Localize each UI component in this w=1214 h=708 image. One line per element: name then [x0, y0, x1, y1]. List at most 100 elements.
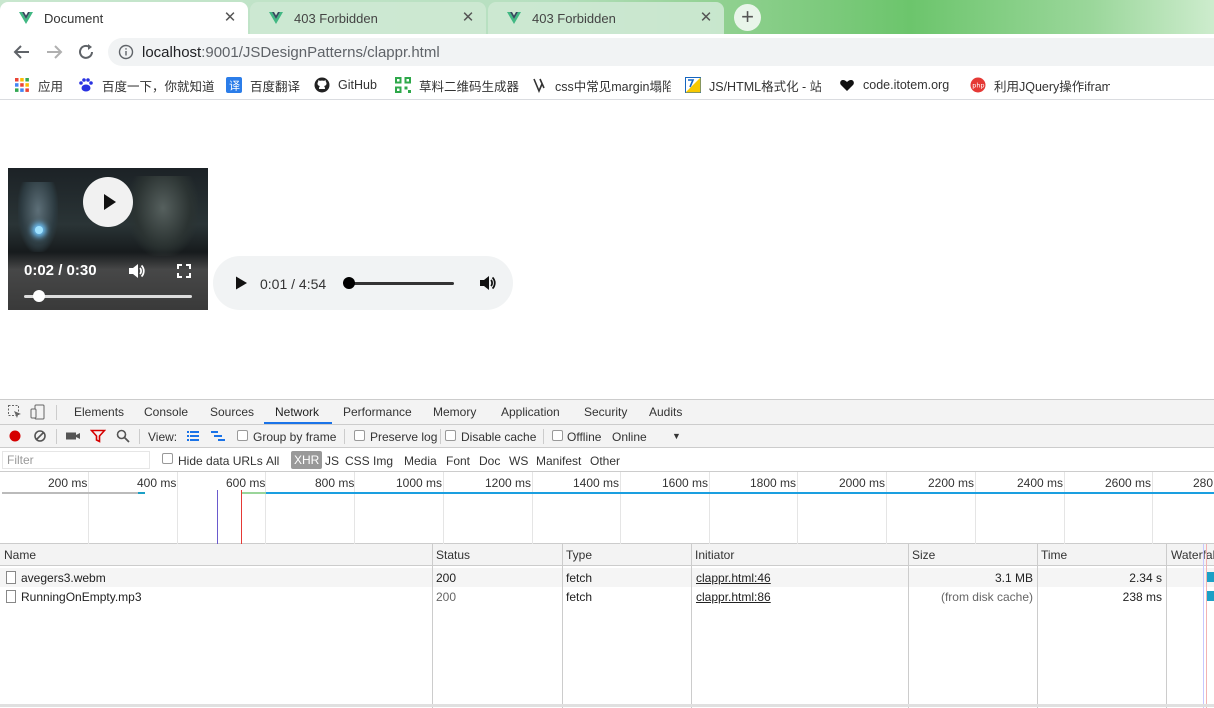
- bookmark-js-format[interactable]: JS/HTML格式化 - 站长: [685, 76, 821, 94]
- audio-player[interactable]: 0:01 / 4:54: [213, 256, 513, 310]
- reload-icon[interactable]: [76, 42, 96, 62]
- devtools-tab-sources[interactable]: Sources: [210, 405, 254, 419]
- bookmark-qrcode[interactable]: 草料二维码生成器: [395, 76, 519, 94]
- timeline-gridline: [797, 472, 798, 544]
- timeline-bar: [138, 492, 145, 494]
- video-seek-bar[interactable]: [24, 295, 192, 298]
- filter-type-css[interactable]: CSS: [345, 454, 370, 468]
- request-name[interactable]: RunningOnEmpty.mp3: [21, 590, 142, 604]
- bookmark-baidu-translate[interactable]: 译 百度翻译: [226, 76, 300, 94]
- video-frame-glow: [35, 226, 43, 234]
- play-icon[interactable]: [233, 275, 249, 291]
- tab-title: Document: [44, 10, 104, 26]
- waterfall-load-marker: [1206, 544, 1207, 708]
- timeline-bar: [2, 492, 142, 494]
- browser-tab-403-2[interactable]: 403 Forbidden ✕: [488, 2, 724, 34]
- video-player[interactable]: 0:02 / 0:30: [8, 168, 208, 310]
- chevron-down-icon[interactable]: ▼: [672, 431, 681, 441]
- browser-tab-403-1[interactable]: 403 Forbidden ✕: [250, 2, 486, 34]
- devtools-tab-performance[interactable]: Performance: [343, 405, 412, 419]
- filter-input[interactable]: Filter: [2, 451, 150, 469]
- php-icon: php: [970, 77, 986, 93]
- timeline-bar: [266, 492, 1214, 494]
- video-seek-handle[interactable]: [32, 290, 45, 302]
- browser-tab-document[interactable]: Document ✕: [0, 2, 248, 34]
- network-overview-timeline[interactable]: 200 ms 400 ms 600 ms 800 ms 1000 ms 1200…: [0, 472, 1214, 544]
- volume-icon[interactable]: [477, 273, 497, 293]
- bookmark-baidu[interactable]: 百度一下，你就知道: [78, 76, 215, 94]
- bookmark-jquery-iframe[interactable]: php 利用JQuery操作iframe: [970, 76, 1110, 94]
- device-toolbar-icon[interactable]: [30, 404, 46, 420]
- timeline-tick: 800 ms: [315, 476, 355, 490]
- timeline-gridline: [1152, 472, 1153, 544]
- info-icon[interactable]: [118, 44, 134, 60]
- bookmark-css-margin[interactable]: css中常见margin塌陷: [531, 76, 671, 94]
- request-initiator-link[interactable]: clappr.html:46: [696, 571, 771, 585]
- bookmark-apps[interactable]: 应用: [14, 76, 63, 94]
- audio-seek-bar[interactable]: [346, 282, 454, 285]
- bookmark-github[interactable]: GitHub: [314, 76, 377, 94]
- column-header-time[interactable]: Time: [1041, 548, 1067, 562]
- throttle-select[interactable]: Online: [612, 430, 647, 444]
- timeline-tick: 400 ms: [137, 476, 177, 490]
- column-header-waterfall[interactable]: Waterfall: [1171, 548, 1214, 562]
- devtools-tab-security[interactable]: Security: [584, 405, 627, 419]
- forward-arrow-icon[interactable]: [44, 42, 64, 62]
- waterfall-view-icon[interactable]: [210, 428, 226, 444]
- filter-type-doc[interactable]: Doc: [479, 454, 500, 468]
- filter-type-xhr[interactable]: XHR: [291, 451, 323, 469]
- filter-type-img[interactable]: Img: [373, 454, 393, 468]
- column-header-status[interactable]: Status: [436, 548, 470, 562]
- bookmark-itotem[interactable]: code.itotem.org: [839, 76, 949, 94]
- request-type: fetch: [566, 590, 593, 604]
- preserve-log-checkbox[interactable]: [354, 430, 365, 441]
- filter-type-manifest[interactable]: Manifest: [536, 454, 581, 468]
- filter-type-js[interactable]: JS: [325, 454, 339, 468]
- hide-data-urls-checkbox[interactable]: [162, 453, 173, 464]
- dom-content-loaded-marker: [217, 490, 218, 544]
- devtools-tab-application[interactable]: Application: [501, 405, 560, 419]
- inspect-element-icon[interactable]: [7, 404, 23, 420]
- group-by-frame-label: Group by frame: [253, 430, 337, 444]
- request-initiator-link[interactable]: clappr.html:86: [696, 590, 771, 604]
- volume-icon[interactable]: [126, 261, 146, 281]
- qrcode-icon: [395, 77, 411, 93]
- column-header-name[interactable]: Name: [4, 548, 36, 562]
- group-by-frame-checkbox[interactable]: [237, 430, 248, 441]
- address-bar[interactable]: localhost:9001/JSDesignPatterns/clappr.h…: [108, 38, 1214, 66]
- request-name[interactable]: avegers3.webm: [21, 571, 106, 585]
- new-tab-button[interactable]: +: [734, 4, 761, 31]
- record-icon[interactable]: [7, 428, 23, 444]
- screenshot-camera-icon[interactable]: [65, 428, 81, 444]
- css-icon: [533, 78, 545, 93]
- back-arrow-icon[interactable]: [12, 42, 32, 62]
- column-header-initiator[interactable]: Initiator: [695, 548, 734, 562]
- large-rows-icon[interactable]: [185, 428, 201, 444]
- filter-type-all[interactable]: All: [266, 454, 279, 468]
- filter-type-media[interactable]: Media: [404, 454, 437, 468]
- table-row[interactable]: RunningOnEmpty.mp3 200 fetch clappr.html…: [0, 587, 1214, 606]
- filter-type-other[interactable]: Other: [590, 454, 620, 468]
- audio-seek-handle[interactable]: [343, 277, 356, 289]
- devtools-tab-network[interactable]: Network: [275, 405, 319, 419]
- close-tab-icon[interactable]: ✕: [698, 10, 714, 26]
- search-icon[interactable]: [115, 428, 131, 444]
- column-header-size[interactable]: Size: [912, 548, 935, 562]
- disable-cache-checkbox[interactable]: [445, 430, 456, 441]
- close-tab-icon[interactable]: ✕: [460, 10, 476, 26]
- devtools-tab-audits[interactable]: Audits: [649, 405, 682, 419]
- table-row[interactable]: avegers3.webm 200 fetch clappr.html:46 3…: [0, 568, 1214, 587]
- browser-toolbar: localhost:9001/JSDesignPatterns/clappr.h…: [0, 34, 1214, 70]
- fullscreen-icon[interactable]: [174, 261, 194, 281]
- filter-type-ws[interactable]: WS: [509, 454, 528, 468]
- close-tab-icon[interactable]: ✕: [222, 10, 238, 26]
- devtools-tab-console[interactable]: Console: [144, 405, 188, 419]
- offline-checkbox[interactable]: [552, 430, 563, 441]
- filter-type-font[interactable]: Font: [446, 454, 470, 468]
- devtools-tab-memory[interactable]: Memory: [433, 405, 476, 419]
- clear-icon[interactable]: [32, 428, 48, 444]
- filter-funnel-icon[interactable]: [90, 428, 106, 444]
- video-play-button[interactable]: [83, 177, 133, 227]
- devtools-tab-elements[interactable]: Elements: [74, 405, 124, 419]
- column-header-type[interactable]: Type: [566, 548, 592, 562]
